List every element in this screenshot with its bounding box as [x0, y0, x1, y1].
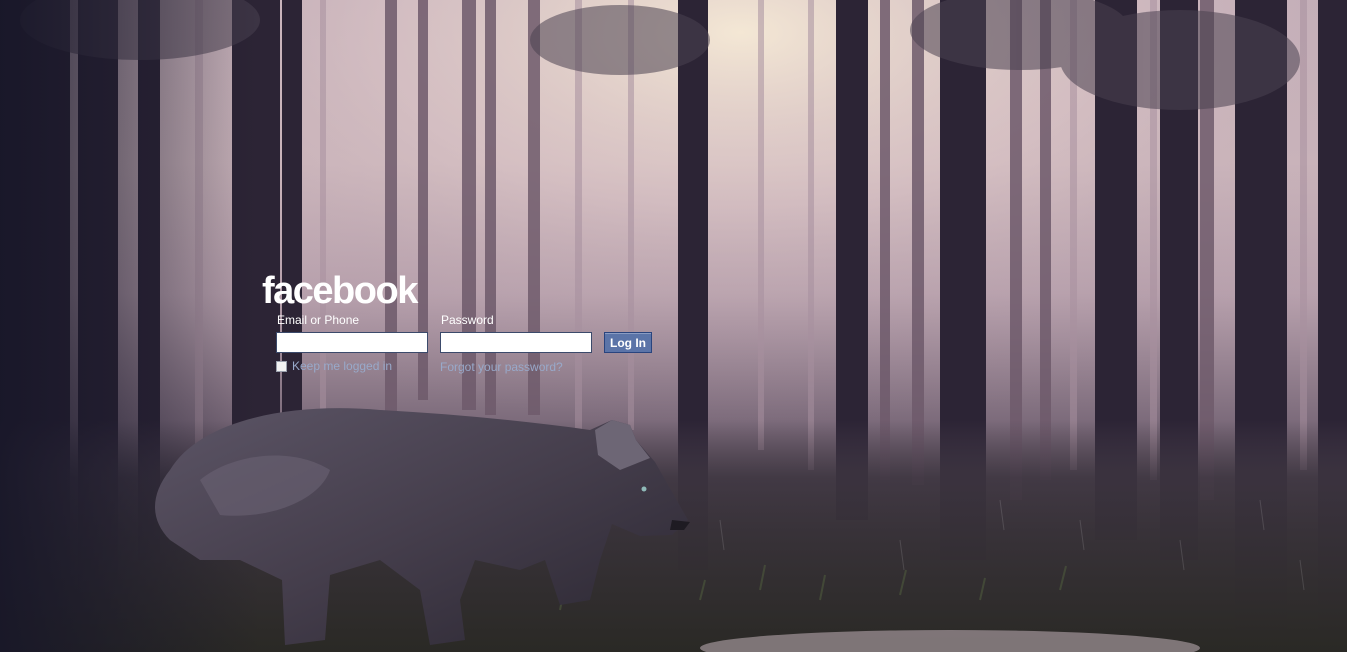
keep-logged-in[interactable]: Keep me logged in: [276, 359, 392, 373]
facebook-logo[interactable]: facebook: [262, 270, 418, 312]
forgot-password-link[interactable]: Forgot your password?: [440, 360, 563, 374]
login-form: facebook Email or Phone Password Log In …: [262, 270, 662, 380]
forest-wolf-background-image: [0, 0, 1347, 652]
login-page: facebook Email or Phone Password Log In …: [0, 0, 1347, 652]
keep-logged-in-checkbox[interactable]: [276, 360, 287, 372]
password-input[interactable]: [440, 332, 592, 353]
keep-logged-in-label[interactable]: Keep me logged in: [292, 359, 392, 373]
email-input[interactable]: [276, 332, 428, 353]
login-button[interactable]: Log In: [604, 332, 652, 353]
email-label: Email or Phone: [277, 313, 360, 327]
password-label: Password: [441, 313, 494, 327]
